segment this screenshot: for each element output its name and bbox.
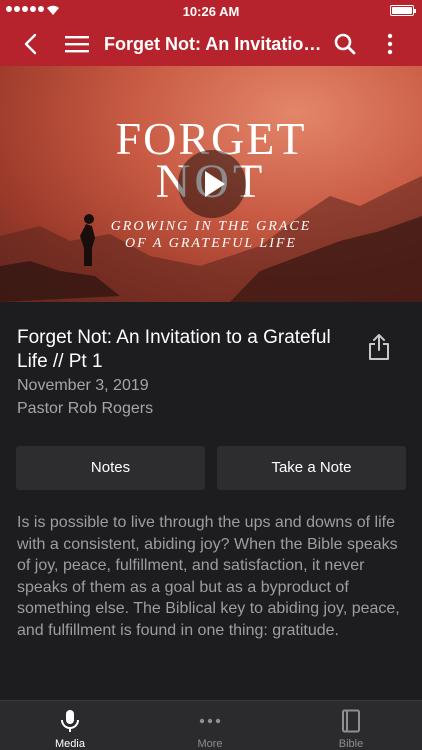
- tab-bible[interactable]: Bible: [281, 701, 421, 750]
- take-a-note-button[interactable]: Take a Note: [217, 446, 406, 490]
- page-title: Forget Not: An Invitation...: [104, 34, 326, 54]
- battery-icon: [390, 5, 416, 16]
- status-bar: 10:26 AM: [0, 0, 422, 22]
- tab-media[interactable]: Media: [0, 701, 140, 750]
- book-icon: [342, 709, 360, 733]
- nav-bar: Forget Not: An Invitation...: [0, 22, 422, 66]
- play-button[interactable]: [178, 150, 246, 218]
- status-time: 10:26 AM: [182, 4, 240, 19]
- hamburger-menu-icon[interactable]: [64, 32, 90, 56]
- share-icon[interactable]: [367, 333, 391, 361]
- artwork-subtitle: GROWING IN THE GRACE OF A GRATEFUL LIFE: [0, 218, 422, 252]
- tab-bible-label: Bible: [338, 738, 364, 750]
- back-arrow-icon[interactable]: [20, 32, 44, 56]
- microphone-icon: [61, 710, 79, 732]
- artwork-subtitle-line2: OF A GRATEFUL LIFE: [125, 236, 297, 251]
- notes-button[interactable]: Notes: [16, 446, 205, 490]
- more-vertical-icon[interactable]: [380, 32, 400, 56]
- media-description: Is is possible to live through the ups a…: [17, 514, 400, 639]
- media-speaker: Pastor Rob Rogers: [17, 400, 154, 417]
- ellipsis-icon: [199, 718, 221, 724]
- tab-bar: Media More Bible: [0, 700, 422, 750]
- media-date: November 3, 2019: [17, 377, 149, 394]
- sermon-artwork: FORGET NOT GROWING IN THE GRACE OF A GRA…: [0, 66, 422, 302]
- media-title: Forget Not: An Invitation to a Grateful …: [17, 327, 331, 372]
- tab-more-label: More: [197, 738, 223, 750]
- artwork-subtitle-line1: GROWING IN THE GRACE: [110, 219, 312, 234]
- search-icon[interactable]: [333, 32, 357, 56]
- tab-more[interactable]: More: [140, 701, 280, 750]
- tab-media-label: Media: [55, 738, 85, 750]
